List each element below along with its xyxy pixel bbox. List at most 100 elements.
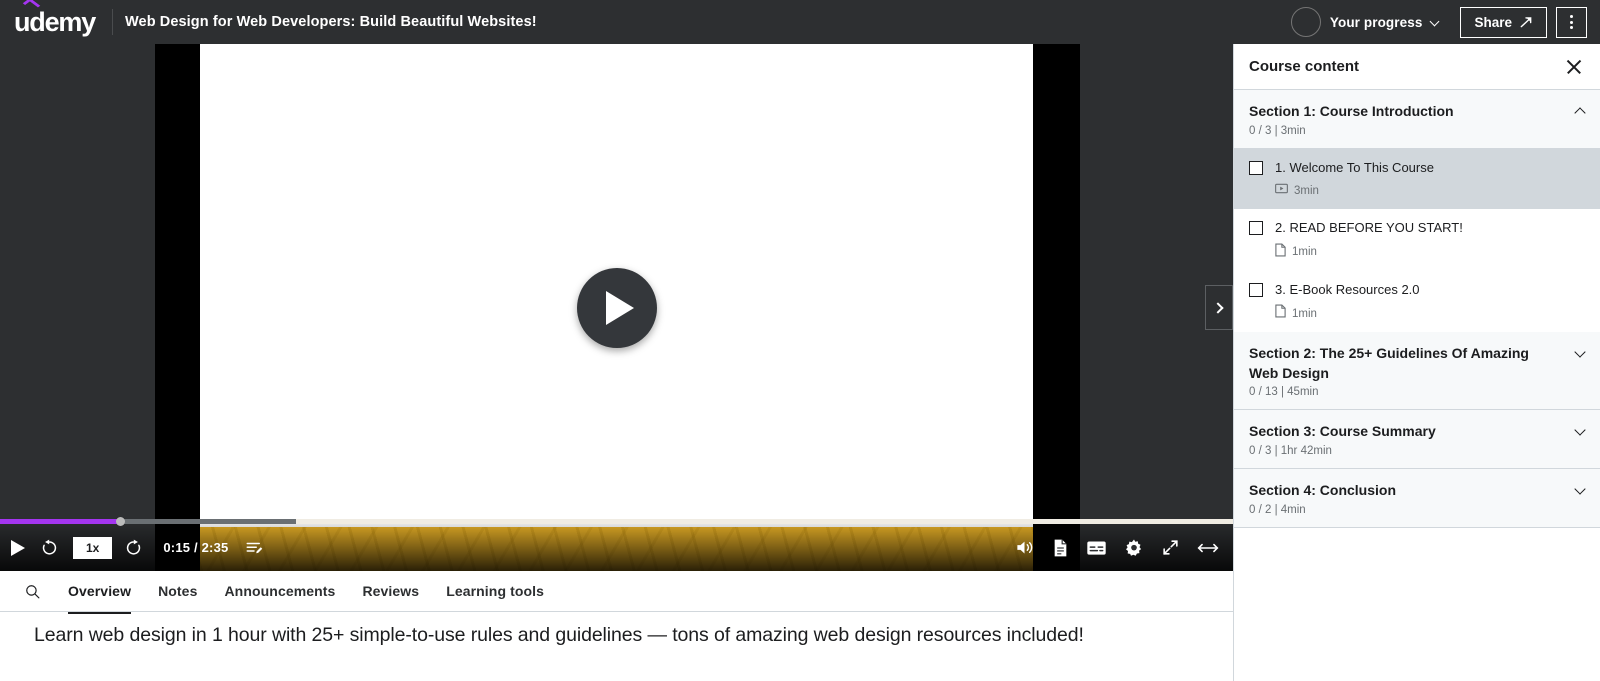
chevron-down-icon	[1574, 424, 1586, 437]
rewind-5s-icon	[42, 539, 57, 555]
lecture-item[interactable]: 1. Welcome To This Course 3min	[1234, 148, 1600, 210]
forward-5s-icon	[127, 539, 141, 555]
fullscreen-button[interactable]	[1161, 538, 1180, 557]
share-label: Share	[1474, 14, 1512, 30]
lecture-item[interactable]: 3. E-Book Resources 2.0 1min	[1234, 270, 1600, 333]
close-sidebar-button[interactable]	[1563, 56, 1585, 78]
sections-list: Section 1: Course Introduction 0 / 3 | 3m…	[1234, 90, 1600, 528]
top-bar-right-group: Your progress Share	[1290, 6, 1600, 38]
time-display: 0:15 / 2:35	[163, 540, 229, 555]
play-button[interactable]	[10, 539, 26, 557]
gear-icon	[1126, 539, 1142, 556]
scrubber-handle[interactable]	[115, 517, 125, 526]
sidebar-toggle-button[interactable]	[1205, 285, 1233, 330]
tab-notes[interactable]: Notes	[158, 583, 197, 614]
progress-ring-icon	[1290, 7, 1321, 37]
control-bar: 1x 0:15 / 2:35	[0, 524, 1233, 571]
video-scrubber[interactable]	[0, 517, 1233, 526]
letterbox-right	[1033, 44, 1080, 571]
playback-speed-button[interactable]: 1x	[73, 536, 113, 559]
kebab-menu-icon	[1570, 15, 1573, 29]
udemy-logo-text: udemy	[14, 6, 96, 37]
lecture-body: 1. Welcome To This Course 3min	[1275, 159, 1585, 201]
top-navigation-bar: udemy Web Design for Web Developers: Bui…	[0, 0, 1600, 44]
udemy-logo[interactable]: udemy	[0, 0, 110, 37]
theater-mode-icon	[1197, 543, 1219, 552]
transcript-icon	[246, 542, 263, 553]
course-content-header: Course content	[1234, 44, 1600, 90]
article-icon	[1275, 243, 1286, 262]
play-triangle-icon	[606, 290, 634, 325]
udemy-course-player: udemy Web Design for Web Developers: Bui…	[0, 0, 1600, 681]
course-headline: Learn web design in 1 hour with 25+ simp…	[34, 624, 1084, 646]
section-header[interactable]: Section 4: Conclusion 0 / 2 | 4min	[1234, 469, 1600, 528]
section-meta: 0 / 3 | 1hr 42min	[1249, 445, 1332, 458]
tab-overview[interactable]: Overview	[68, 583, 132, 614]
volume-button[interactable]	[1014, 538, 1035, 557]
expand-icon	[1163, 540, 1178, 555]
chevron-right-icon	[1212, 301, 1224, 314]
your-progress-label: Your progress	[1329, 14, 1423, 30]
share-arrow-icon	[1520, 17, 1532, 28]
chevron-down-icon	[1574, 483, 1586, 495]
closed-captions-icon	[1087, 540, 1106, 555]
player-controls: 1x 0:15 / 2:35	[0, 517, 1233, 571]
section-header[interactable]: Section 2: The 25+ Guidelines Of Amazing…	[1234, 332, 1600, 411]
article-icon	[1275, 304, 1286, 323]
search-icon	[26, 584, 40, 598]
section-title: Section 1: Course Introduction	[1249, 103, 1454, 119]
tab-reviews[interactable]: Reviews	[362, 583, 419, 614]
content-tabs: Overview Notes Announcements Reviews Lea…	[0, 571, 1233, 614]
chevron-down-icon	[1430, 16, 1440, 26]
lecture-body: 3. E-Book Resources 2.0 1min	[1275, 281, 1585, 324]
lecture-title: 1. Welcome To This Course	[1275, 159, 1434, 175]
resources-button[interactable]	[1052, 538, 1069, 558]
lecture-checkbox[interactable]	[1249, 282, 1263, 297]
theater-mode-button[interactable]	[1197, 540, 1219, 556]
lecture-title: 3. E-Book Resources 2.0	[1275, 281, 1420, 297]
share-button[interactable]: Share	[1460, 6, 1547, 38]
transcript-button[interactable]	[244, 539, 264, 557]
lecture-item[interactable]: 2. READ BEFORE YOU START! 1min	[1234, 209, 1600, 271]
tab-announcements[interactable]: Announcements	[224, 583, 335, 614]
video-stage[interactable]: 1x 0:15 / 2:35	[0, 44, 1233, 571]
section-meta: 0 / 2 | 4min	[1249, 503, 1306, 516]
section-title: Section 4: Conclusion	[1249, 482, 1397, 499]
lecture-subline: 1min	[1275, 243, 1585, 262]
lecture-title: 2. READ BEFORE YOU START!	[1275, 220, 1463, 236]
video-icon	[1275, 182, 1288, 200]
lecture-subline: 3min	[1275, 182, 1585, 200]
lecture-duration: 1min	[1292, 307, 1317, 320]
section-meta: 0 / 13 | 45min	[1249, 386, 1319, 399]
course-title: Web Design for Web Developers: Build Bea…	[125, 14, 537, 30]
section-title: Section 3: Course Summary	[1249, 423, 1436, 440]
right-controls-group	[997, 538, 1219, 558]
video-frame[interactable]	[200, 44, 1033, 571]
scrubber-played	[0, 519, 120, 524]
play-triangle-icon	[11, 539, 25, 556]
more-options-button[interactable]	[1556, 6, 1587, 38]
lecture-subline: 1min	[1275, 304, 1585, 323]
document-icon	[1054, 539, 1067, 556]
header-divider	[112, 9, 113, 35]
tab-learning-tools[interactable]: Learning tools	[446, 583, 544, 614]
course-content-sidebar: Course content Section 1: Course Introdu…	[1233, 44, 1600, 681]
lecture-checkbox[interactable]	[1249, 160, 1263, 175]
your-progress-button[interactable]: Your progress	[1329, 14, 1440, 30]
section-header[interactable]: Section 3: Course Summary 0 / 3 | 1hr 42m…	[1234, 410, 1600, 470]
captions-button[interactable]	[1086, 539, 1107, 557]
lecture-duration: 3min	[1294, 185, 1319, 198]
chevron-down-icon	[1574, 346, 1586, 358]
letterbox-left	[155, 44, 200, 571]
course-content-title: Course content	[1249, 58, 1360, 75]
lecture-checkbox[interactable]	[1249, 221, 1263, 236]
chevron-up-icon	[1574, 107, 1586, 119]
rewind-button[interactable]	[40, 538, 59, 557]
lecture-duration: 1min	[1292, 246, 1317, 259]
section-header[interactable]: Section 1: Course Introduction 0 / 3 | 3m…	[1234, 90, 1600, 149]
big-play-button[interactable]	[576, 267, 657, 348]
settings-button[interactable]	[1124, 538, 1144, 558]
forward-button[interactable]	[124, 538, 143, 557]
search-button[interactable]	[24, 583, 41, 600]
lecture-body: 2. READ BEFORE YOU START! 1min	[1275, 219, 1585, 262]
